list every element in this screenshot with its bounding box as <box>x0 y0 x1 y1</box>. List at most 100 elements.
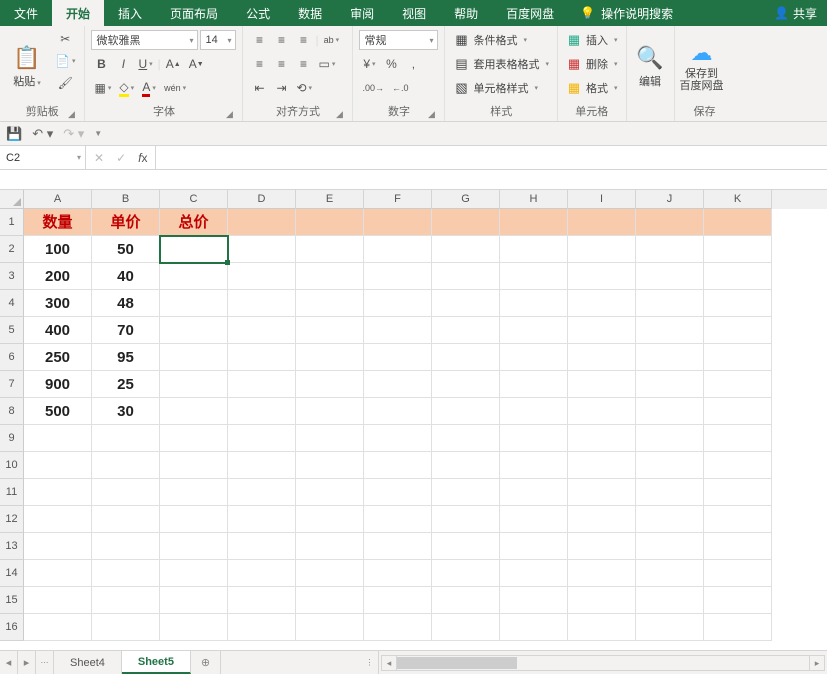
cell-E7[interactable] <box>296 371 364 398</box>
cell-B12[interactable] <box>92 506 160 533</box>
merge-button[interactable]: ▭ <box>315 54 338 74</box>
align-center-button[interactable]: ≡ <box>271 54 291 74</box>
italic-button[interactable]: I <box>113 54 133 74</box>
cell-H1[interactable] <box>500 209 568 236</box>
wrap-text-button[interactable]: ab <box>321 30 343 50</box>
cell-E5[interactable] <box>296 317 364 344</box>
row-header-13[interactable]: 13 <box>0 533 24 560</box>
select-all-corner[interactable] <box>0 190 24 209</box>
cell-G6[interactable] <box>432 344 500 371</box>
cell-G3[interactable] <box>432 263 500 290</box>
tab-formula[interactable]: 公式 <box>232 0 284 26</box>
cell-A7[interactable]: 900 <box>24 371 92 398</box>
cell-C10[interactable] <box>160 452 228 479</box>
cell-J10[interactable] <box>636 452 704 479</box>
cell-C16[interactable] <box>160 614 228 641</box>
cell-I11[interactable] <box>568 479 636 506</box>
cell-C2[interactable] <box>160 236 228 263</box>
cell-A11[interactable] <box>24 479 92 506</box>
cell-E15[interactable] <box>296 587 364 614</box>
clipboard-launcher[interactable]: ◢ <box>64 106 78 120</box>
cell-E11[interactable] <box>296 479 364 506</box>
grow-font-button[interactable]: A▲ <box>163 54 184 74</box>
cell-C7[interactable] <box>160 371 228 398</box>
cell-F14[interactable] <box>364 560 432 587</box>
cell-D8[interactable] <box>228 398 296 425</box>
borders-button[interactable]: ▦ <box>91 78 114 98</box>
cell-H8[interactable] <box>500 398 568 425</box>
cell-E8[interactable] <box>296 398 364 425</box>
cell-G8[interactable] <box>432 398 500 425</box>
cell-F8[interactable] <box>364 398 432 425</box>
cell-I6[interactable] <box>568 344 636 371</box>
cell-H13[interactable] <box>500 533 568 560</box>
cell-I7[interactable] <box>568 371 636 398</box>
cell-G7[interactable] <box>432 371 500 398</box>
row-header-12[interactable]: 12 <box>0 506 24 533</box>
cell-E12[interactable] <box>296 506 364 533</box>
cell-F15[interactable] <box>364 587 432 614</box>
cell-I5[interactable] <box>568 317 636 344</box>
qat-save-button[interactable]: 💾 <box>6 126 22 142</box>
cell-K3[interactable] <box>704 263 772 290</box>
cell-A4[interactable]: 300 <box>24 290 92 317</box>
cell-F16[interactable] <box>364 614 432 641</box>
cell-F9[interactable] <box>364 425 432 452</box>
cell-H9[interactable] <box>500 425 568 452</box>
row-header-5[interactable]: 5 <box>0 317 24 344</box>
cell-K9[interactable] <box>704 425 772 452</box>
cell-J11[interactable] <box>636 479 704 506</box>
cell-G16[interactable] <box>432 614 500 641</box>
align-bottom-button[interactable]: ≡ <box>293 30 313 50</box>
cell-B5[interactable]: 70 <box>92 317 160 344</box>
col-header-D[interactable]: D <box>228 190 296 209</box>
cell-A14[interactable] <box>24 560 92 587</box>
cell-E4[interactable] <box>296 290 364 317</box>
row-header-8[interactable]: 8 <box>0 398 24 425</box>
cell-B7[interactable]: 25 <box>92 371 160 398</box>
cell-B15[interactable] <box>92 587 160 614</box>
cell-D7[interactable] <box>228 371 296 398</box>
cell-H3[interactable] <box>500 263 568 290</box>
cell-F12[interactable] <box>364 506 432 533</box>
cell-B1[interactable]: 单价 <box>92 209 160 236</box>
grid-rows[interactable]: 1数量单价总价210050320040430048540070625095790… <box>0 209 827 650</box>
cell-B9[interactable] <box>92 425 160 452</box>
qat-customize-button[interactable]: ▼ <box>94 129 102 138</box>
cell-H15[interactable] <box>500 587 568 614</box>
tab-file[interactable]: 文件 <box>0 0 52 26</box>
col-header-E[interactable]: E <box>296 190 364 209</box>
cell-K7[interactable] <box>704 371 772 398</box>
cell-J9[interactable] <box>636 425 704 452</box>
cell-F10[interactable] <box>364 452 432 479</box>
cell-C15[interactable] <box>160 587 228 614</box>
cell-G5[interactable] <box>432 317 500 344</box>
horizontal-scrollbar[interactable]: ◂ ▸ <box>379 651 827 674</box>
cell-F2[interactable] <box>364 236 432 263</box>
cell-H11[interactable] <box>500 479 568 506</box>
cancel-icon[interactable]: ✕ <box>94 151 104 165</box>
scroll-track[interactable] <box>397 655 809 671</box>
align-right-button[interactable]: ≡ <box>293 54 313 74</box>
cell-B2[interactable]: 50 <box>92 236 160 263</box>
insert-cells-button[interactable]: ▦插入 <box>564 29 620 51</box>
align-top-button[interactable]: ≡ <box>249 30 269 50</box>
tab-layout[interactable]: 页面布局 <box>156 0 232 26</box>
cell-A8[interactable]: 500 <box>24 398 92 425</box>
cell-A13[interactable] <box>24 533 92 560</box>
cell-C5[interactable] <box>160 317 228 344</box>
cell-H7[interactable] <box>500 371 568 398</box>
cell-J15[interactable] <box>636 587 704 614</box>
cell-C6[interactable] <box>160 344 228 371</box>
font-color-button[interactable]: A <box>139 78 159 98</box>
col-header-B[interactable]: B <box>92 190 160 209</box>
cell-G10[interactable] <box>432 452 500 479</box>
cell-D9[interactable] <box>228 425 296 452</box>
row-header-9[interactable]: 9 <box>0 425 24 452</box>
cell-B11[interactable] <box>92 479 160 506</box>
cell-F5[interactable] <box>364 317 432 344</box>
cell-A16[interactable] <box>24 614 92 641</box>
cell-G11[interactable] <box>432 479 500 506</box>
cell-F1[interactable] <box>364 209 432 236</box>
cell-I10[interactable] <box>568 452 636 479</box>
